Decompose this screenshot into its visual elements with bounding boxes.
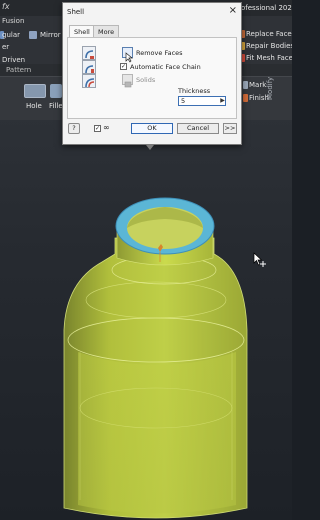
solids-label: Solids xyxy=(136,76,156,84)
thickness-arrow-icon[interactable]: ▶ xyxy=(219,97,226,105)
help-button[interactable]: ? xyxy=(68,123,80,134)
shell-dialog: Shell × Shell More Remove Faces ✓ Automa… xyxy=(62,2,242,145)
panel-label-modify: Modify xyxy=(266,76,274,100)
ribbon-item-mirror[interactable]: Mirror xyxy=(40,31,61,39)
move-cursor-icon xyxy=(253,252,266,267)
mark-icon xyxy=(243,81,248,89)
fillet-icon xyxy=(50,84,62,98)
shell-tab-panel: Remove Faces ✓ Automatic Face Chain Soli… xyxy=(67,37,237,119)
ribbon-item-circular[interactable]: gular xyxy=(2,31,20,39)
dialog-pointer xyxy=(146,145,154,150)
tab-more[interactable]: More xyxy=(93,25,120,37)
fillet-button[interactable]: Fille xyxy=(49,102,63,110)
app-title-fragment: ofessional 2025 xyxy=(241,4,292,12)
app-logo[interactable]: fx xyxy=(2,2,10,11)
hole-icon xyxy=(24,84,46,98)
automatic-face-chain-label: Automatic Face Chain xyxy=(130,63,201,71)
shell-both-icon[interactable] xyxy=(82,74,96,88)
preview-checkbox[interactable]: ✓ xyxy=(94,125,101,132)
hole-button[interactable]: Hole xyxy=(26,102,42,110)
expand-button[interactable]: >> xyxy=(223,123,237,134)
thickness-label: Thickness xyxy=(178,87,211,95)
mark-button[interactable]: Mark xyxy=(249,81,266,89)
automatic-face-chain-checkbox[interactable]: ✓ xyxy=(120,63,127,70)
close-button[interactable]: × xyxy=(229,5,237,17)
ok-button[interactable]: OK xyxy=(131,123,173,134)
solid-body-icon[interactable] xyxy=(122,74,133,88)
dialog-title: Shell xyxy=(67,8,85,16)
panel-label-pattern: Pattern xyxy=(6,66,32,74)
ribbon-item-er[interactable]: er xyxy=(2,43,9,51)
shell-inside-icon[interactable] xyxy=(82,46,96,60)
ribbon-item-driven[interactable]: Driven xyxy=(2,56,25,64)
mirror-icon xyxy=(29,31,37,39)
select-arrow-icon[interactable] xyxy=(122,47,133,63)
preview-glasses-icon: ∞ xyxy=(103,123,110,132)
cancel-button[interactable]: Cancel xyxy=(177,123,219,134)
ribbon-item-fit-mesh-face[interactable]: Fit Mesh Face xyxy=(246,54,292,62)
remove-faces-label: Remove Faces xyxy=(136,49,183,57)
tab-fusion[interactable]: Fusion xyxy=(2,17,24,25)
finish-icon xyxy=(243,94,248,102)
inventor-viewport[interactable]: fx ofessional 2025 Fusion gular Mirror e… xyxy=(0,0,292,520)
shell-outside-icon[interactable] xyxy=(82,60,96,74)
ribbon-item-replace-face[interactable]: Replace Face xyxy=(246,30,292,38)
ribbon-item-repair-bodies[interactable]: Repair Bodies xyxy=(246,42,292,50)
